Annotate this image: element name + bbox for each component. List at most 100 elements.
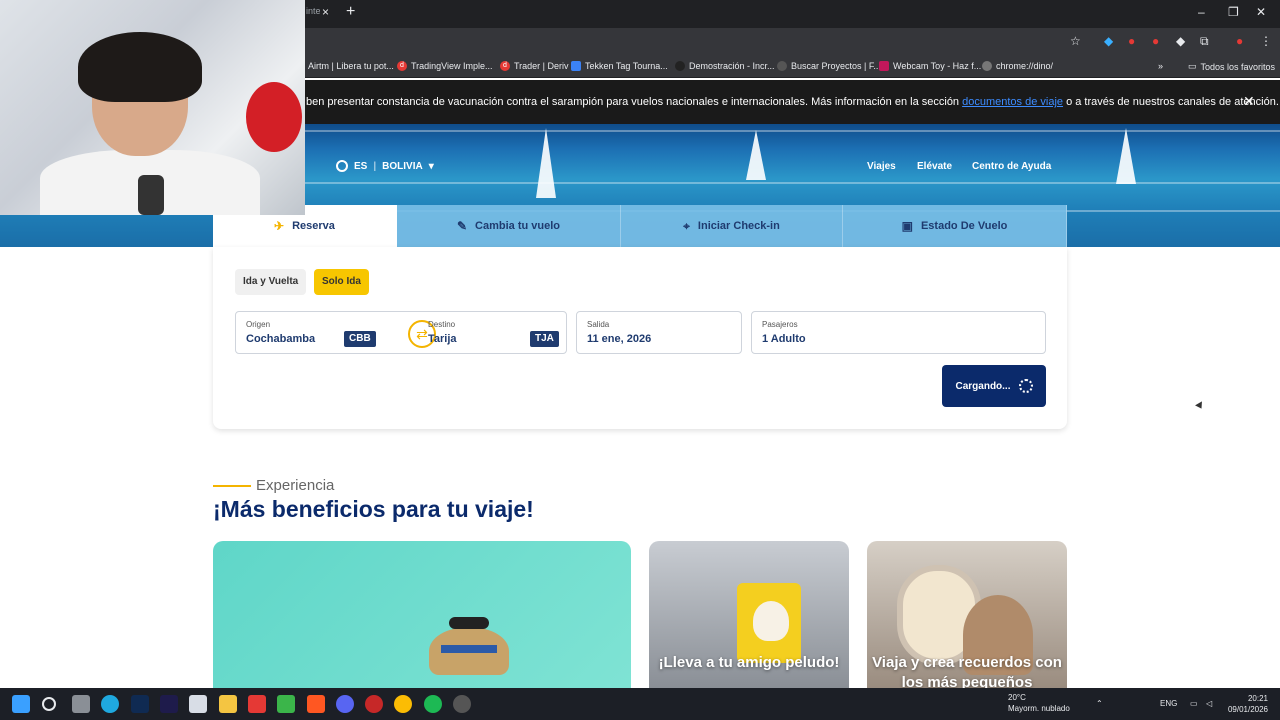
bookmark-item[interactable]: Buscar Proyectos | F... <box>777 61 881 71</box>
menu-icon[interactable]: ⋮ <box>1260 34 1272 48</box>
destination-value: Tarija <box>428 333 457 345</box>
photoshop-icon[interactable] <box>131 695 149 713</box>
obs-icon[interactable] <box>453 695 471 713</box>
section-kicker: Experiencia <box>256 477 335 494</box>
sunglasses-image <box>449 617 489 629</box>
destination-label: Destino <box>428 320 456 329</box>
chevron-up-icon[interactable]: ⌃ <box>1096 699 1103 708</box>
sailboat-image <box>746 130 766 180</box>
webcam-overlay <box>0 0 305 215</box>
booking-tabs: ✈ Reserva ✎ Cambia tu vuelo ⌖ Iniciar Ch… <box>213 205 1067 247</box>
promo-card-pets[interactable]: ¡Lleva a tu amigo peludo! <box>649 541 849 688</box>
globe-icon <box>336 160 348 172</box>
round-trip-toggle[interactable]: Ida y Vuelta <box>235 269 307 295</box>
folder-icon[interactable] <box>219 695 237 713</box>
search-flights-button[interactable]: Cargando... <box>942 365 1046 407</box>
bookmark-favicon-icon <box>879 61 889 71</box>
discord-icon[interactable] <box>336 695 354 713</box>
dog-image <box>753 601 789 641</box>
tab-change-flight[interactable]: ✎ Cambia tu vuelo <box>397 205 621 247</box>
destination-field[interactable]: Destino Tarija TJA <box>418 312 566 353</box>
bookmark-favicon-icon: d <box>500 61 510 71</box>
nav-viajes[interactable]: Viajes <box>867 161 896 172</box>
brave-icon[interactable] <box>307 695 325 713</box>
chevron-down-icon: ▾ <box>428 160 434 172</box>
extension-icon[interactable]: ◆ <box>1176 34 1185 48</box>
bookmark-favicon-icon: d <box>397 61 407 71</box>
app-icon[interactable] <box>365 695 383 713</box>
bookmark-item[interactable]: Tekken Tag Tourna... <box>571 61 668 71</box>
speaker-icon[interactable]: ◁ <box>1206 699 1212 708</box>
bookmark-item[interactable]: Airtm | Libera tu pot... <box>308 61 394 71</box>
new-tab-button[interactable]: + <box>346 3 355 21</box>
origin-field[interactable]: Origen Cochabamba CBB <box>236 312 408 353</box>
all-bookmarks-button[interactable]: ▭ Todos los favoritos <box>1188 61 1275 72</box>
tab-flight-status[interactable]: ▣ Estado De Vuelo <box>843 205 1067 247</box>
plane-icon: ✈ <box>274 219 285 233</box>
origin-code: CBB <box>344 331 376 347</box>
destination-code: TJA <box>530 331 559 347</box>
windows-taskbar: 20°C Mayorm. nublado ⌃ ENG ▭ ◁ 20:21 09/… <box>0 688 1280 720</box>
bookmark-item[interactable]: chrome://dino/ <box>982 61 1053 71</box>
system-clock[interactable]: 20:21 09/01/2026 <box>1222 693 1268 715</box>
nav-help-center[interactable]: Centro de Ayuda <box>972 161 1051 172</box>
nav-elevate[interactable]: Elévate <box>917 161 952 172</box>
edge-icon[interactable] <box>101 695 119 713</box>
premiere-icon[interactable] <box>160 695 178 713</box>
bookmark-favicon-icon <box>777 61 787 71</box>
bookmarks-more-button[interactable]: » <box>1158 61 1163 71</box>
star-icon[interactable]: ☆ <box>1070 34 1081 48</box>
passengers-value: 1 Adulto <box>762 333 806 345</box>
one-way-toggle[interactable]: Solo Ida <box>314 269 369 295</box>
travel-documents-link[interactable]: documentos de viaje <box>962 96 1063 108</box>
task-view-icon[interactable] <box>72 695 90 713</box>
extension-icon[interactable]: ● <box>1152 34 1159 48</box>
extension-icon[interactable]: ● <box>1128 34 1135 48</box>
sailboat-image <box>536 128 556 198</box>
minimize-button[interactable]: – <box>1198 5 1205 19</box>
promo-card-kids[interactable]: Viaja y crea recuerdos con los más peque… <box>867 541 1067 688</box>
store-icon[interactable] <box>189 695 207 713</box>
pin-icon: ⌖ <box>683 218 690 233</box>
spotify-icon[interactable] <box>424 695 442 713</box>
windows-start-icon[interactable] <box>12 695 30 713</box>
bookmark-item[interactable]: d Trader | Deriv <box>500 61 569 71</box>
promo-card-text: ¡Lleva a tu amigo peludo! <box>658 654 840 671</box>
person-hair-image <box>78 32 202 102</box>
language-selector[interactable]: ES | BOLIVIA ▾ <box>336 160 434 172</box>
bookmark-item[interactable]: Demostración - Incr... <box>675 61 775 71</box>
origin-label: Origen <box>246 320 271 329</box>
edit-icon: ✎ <box>456 219 468 233</box>
passengers-field[interactable]: Pasajeros 1 Adulto <box>751 311 1046 354</box>
puzzle-icon[interactable]: ⧉ <box>1200 34 1209 49</box>
departure-date-field[interactable]: Salida 11 ene, 2026 <box>576 311 742 354</box>
search-icon[interactable] <box>42 697 56 711</box>
weather-widget[interactable]: 20°C Mayorm. nublado <box>1008 692 1070 714</box>
microphone-image <box>138 175 164 215</box>
restore-button[interactable]: ❐ <box>1228 5 1239 19</box>
bookmark-item[interactable]: d TradingView Imple... <box>397 61 493 71</box>
date-label: Salida <box>587 320 610 329</box>
spinner-icon <box>1018 379 1033 393</box>
promo-card-text: Viaja y crea recuerdos con los más peque… <box>872 654 1062 688</box>
bookmark-item[interactable]: Webcam Toy - Haz f... <box>879 61 981 71</box>
chrome-icon[interactable] <box>394 695 412 713</box>
screen-icon: ▣ <box>901 219 913 233</box>
bookmark-favicon-icon <box>571 61 581 71</box>
close-icon[interactable]: ✕ <box>1243 93 1255 110</box>
bookmark-favicon-icon <box>675 61 685 71</box>
route-field: Origen Cochabamba CBB ⇄ Destino Tarija T… <box>235 311 567 354</box>
close-window-button[interactable]: ✕ <box>1256 5 1266 19</box>
date-value: 11 ene, 2026 <box>587 333 652 345</box>
tab-close-icon[interactable]: × <box>322 5 329 19</box>
profile-icon[interactable]: ● <box>1236 34 1243 48</box>
tab-check-in[interactable]: ⌖ Iniciar Check-in <box>621 205 843 247</box>
browser-tab-title[interactable]: inte <box>306 6 320 16</box>
language-indicator[interactable]: ENG <box>1160 699 1177 708</box>
network-icon[interactable]: ▭ <box>1190 699 1198 708</box>
minecraft-icon[interactable] <box>277 695 295 713</box>
extension-icon[interactable]: ◆ <box>1104 34 1113 48</box>
promo-card[interactable] <box>213 541 631 688</box>
deriv-icon[interactable] <box>248 695 266 713</box>
plush-toy-image <box>246 82 302 152</box>
